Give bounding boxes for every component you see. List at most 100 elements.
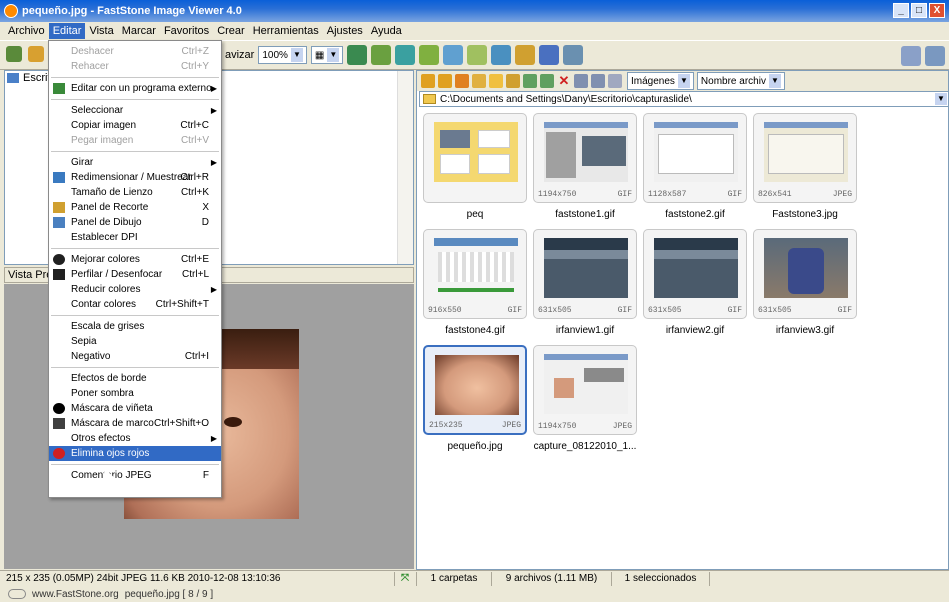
thumbnail-card[interactable]: 631x505 GIF <box>643 229 747 319</box>
edit-menu-item[interactable]: Perfilar / Desenfocar Ctrl+L <box>49 267 221 282</box>
fullscreen-icon[interactable] <box>925 46 945 66</box>
thumbnail-card[interactable]: 1194x750 GIF <box>533 113 637 203</box>
compare-icon[interactable] <box>395 45 416 65</box>
filter-select[interactable]: Imágenes ▼ <box>627 72 694 90</box>
thumbnail-card[interactable]: 916x550 GIF <box>423 229 527 319</box>
edit-menu-item[interactable]: Sepia <box>49 334 221 349</box>
thumbnail-card[interactable]: 631x505 GIF <box>533 229 637 319</box>
thumbnail-filename[interactable]: irfanview2.gif <box>635 325 755 336</box>
minimize-button[interactable]: _ <box>893 3 909 18</box>
chevron-down-icon[interactable]: ▼ <box>935 93 947 105</box>
thumbnail-filename[interactable]: faststone4.gif <box>415 325 535 336</box>
thumbnail-image <box>434 122 518 182</box>
website-link[interactable]: www.FastStone.org <box>32 589 119 600</box>
delete-icon[interactable]: ✕ <box>557 74 571 88</box>
edit-menu-item[interactable]: Establecer DPI <box>49 230 221 245</box>
refresh-icon[interactable] <box>523 74 537 88</box>
edit-menu-item[interactable]: Editar con un programa externo ▶ <box>49 81 221 96</box>
thumbnail-card[interactable]: 1194x750 JPEG <box>533 345 637 435</box>
up-folder-icon[interactable] <box>455 74 469 88</box>
thumbnail-card[interactable] <box>423 113 527 203</box>
edit-menu-item[interactable]: Panel de Dibujo D <box>49 215 221 230</box>
thumbnail-card[interactable]: 1128x587 GIF <box>643 113 747 203</box>
edit-menu-item[interactable]: Escala de grises <box>49 319 221 334</box>
favorite-folder-icon[interactable] <box>489 74 503 88</box>
menu-marcar[interactable]: Marcar <box>118 23 160 39</box>
edit-menu-item[interactable]: Tamaño de Lienzo Ctrl+K <box>49 185 221 200</box>
details-view-icon[interactable] <box>574 74 588 88</box>
edit-menu-item[interactable]: Negativo Ctrl+I <box>49 349 221 364</box>
thumbnail-filename[interactable]: pequeño.jpg <box>415 441 535 452</box>
edit-menu-item[interactable]: Copiar imagen Ctrl+C <box>49 118 221 133</box>
browse-icon[interactable] <box>6 46 22 62</box>
menu-editar[interactable]: Editar <box>48 23 86 39</box>
edit-menu-item[interactable]: Reducir colores ▶ <box>49 282 221 297</box>
edit-menu-item-label: Negativo <box>71 351 111 362</box>
edit-menu-item[interactable]: Comentario JPEG F <box>49 468 221 483</box>
thumbnail-filename[interactable]: faststone2.gif <box>635 209 755 220</box>
crop-tool-icon[interactable] <box>491 45 512 65</box>
thumbnail-filename[interactable]: Faststone3.jpg <box>745 209 865 220</box>
maximize-button[interactable]: □ <box>911 3 927 18</box>
tree-scrollbar[interactable] <box>397 71 413 264</box>
slideshow-icon[interactable] <box>371 45 392 65</box>
edit-menu-item[interactable]: Otros efectos ▶ <box>49 431 221 446</box>
nav-icon[interactable] <box>347 45 368 65</box>
chevron-down-icon: ▼ <box>290 48 303 62</box>
edit-menu-item[interactable]: Poner sombra <box>49 386 221 401</box>
menu-crear[interactable]: Crear <box>213 23 249 39</box>
sort-select[interactable]: Nombre archiv ▼ <box>696 72 785 90</box>
edit-menu-item[interactable]: Elimina ojos rojos <box>49 446 221 461</box>
back-icon[interactable] <box>421 74 435 88</box>
edit-menu-item[interactable]: Efectos de borde <box>49 371 221 386</box>
rotate-right-icon[interactable] <box>443 45 464 65</box>
view-mode-select[interactable]: ▦ ▼ <box>310 46 344 64</box>
edit-menu-item[interactable]: Máscara de marco Ctrl+Shift+O <box>49 416 221 431</box>
copy-to-icon[interactable] <box>540 74 554 88</box>
browser-toolbar: ✕ Imágenes ▼ Nombre archiv ▼ <box>417 71 948 91</box>
edit-menu-item[interactable]: Seleccionar ▶ <box>49 103 221 118</box>
edit-menu-item[interactable]: Contar colores Ctrl+Shift+T <box>49 297 221 312</box>
home-icon[interactable] <box>472 74 486 88</box>
menu-ajustes[interactable]: Ajustes <box>323 23 367 39</box>
email-icon[interactable] <box>515 45 536 65</box>
preview-header-label: Vista Pre <box>8 269 53 281</box>
edit-menu-item-shortcut: X <box>202 202 209 213</box>
forward-icon[interactable] <box>438 74 452 88</box>
edit-menu-item[interactable]: Máscara de viñeta <box>49 401 221 416</box>
edit-menu-item[interactable]: Mejorar colores Ctrl+E <box>49 252 221 267</box>
fit-icon[interactable]: ⤧ <box>395 571 417 586</box>
resize-tool-icon[interactable] <box>467 45 488 65</box>
thumbnail-filename[interactable]: irfanview1.gif <box>525 325 645 336</box>
thumbs-view-icon[interactable] <box>608 74 622 88</box>
layout-icon[interactable] <box>901 46 921 66</box>
menu-favoritos[interactable]: Favoritos <box>160 23 213 39</box>
thumbnail-card[interactable]: 215x235 JPEG <box>423 345 527 435</box>
edit-menu-item-shortcut: Ctrl+V <box>180 135 209 146</box>
thumbnail-filename[interactable]: capture_08122010_1... <box>525 441 645 452</box>
submenu-arrow-icon: ▶ <box>210 106 217 115</box>
edit-menu-item[interactable]: Redimensionar / Muestrear Ctrl+R <box>49 170 221 185</box>
filter-value: Imágenes <box>631 75 675 87</box>
list-view-icon[interactable] <box>591 74 605 88</box>
thumbnail-card[interactable]: 826x541 JPEG <box>753 113 857 203</box>
folder-icon[interactable] <box>28 46 44 62</box>
thumbnail-card[interactable]: 631x505 GIF <box>753 229 857 319</box>
thumbnail-filename[interactable]: peq <box>415 209 535 220</box>
close-button[interactable]: X <box>929 3 945 18</box>
path-field[interactable]: C:\Documents and Settings\Dany\Escritori… <box>419 91 949 107</box>
thumbnail-filename[interactable]: irfanview3.gif <box>745 325 865 336</box>
menu-archivo[interactable]: Archivo <box>4 23 49 39</box>
menu-vista[interactable]: Vista <box>85 23 117 39</box>
rotate-left-icon[interactable] <box>419 45 440 65</box>
edit-menu-item[interactable]: Panel de Recorte X <box>49 200 221 215</box>
edit-menu-item[interactable]: Girar ▶ <box>49 155 221 170</box>
tree-root-label[interactable]: Escrit <box>23 72 51 84</box>
menu-herramientas[interactable]: Herramientas <box>249 23 323 39</box>
menu-ayuda[interactable]: Ayuda <box>367 23 406 39</box>
settings-icon[interactable] <box>563 45 584 65</box>
print-icon[interactable] <box>539 45 560 65</box>
new-folder-icon[interactable] <box>506 74 520 88</box>
thumbnail-filename[interactable]: faststone1.gif <box>525 209 645 220</box>
zoom-select[interactable]: 100% ▼ <box>258 46 307 64</box>
